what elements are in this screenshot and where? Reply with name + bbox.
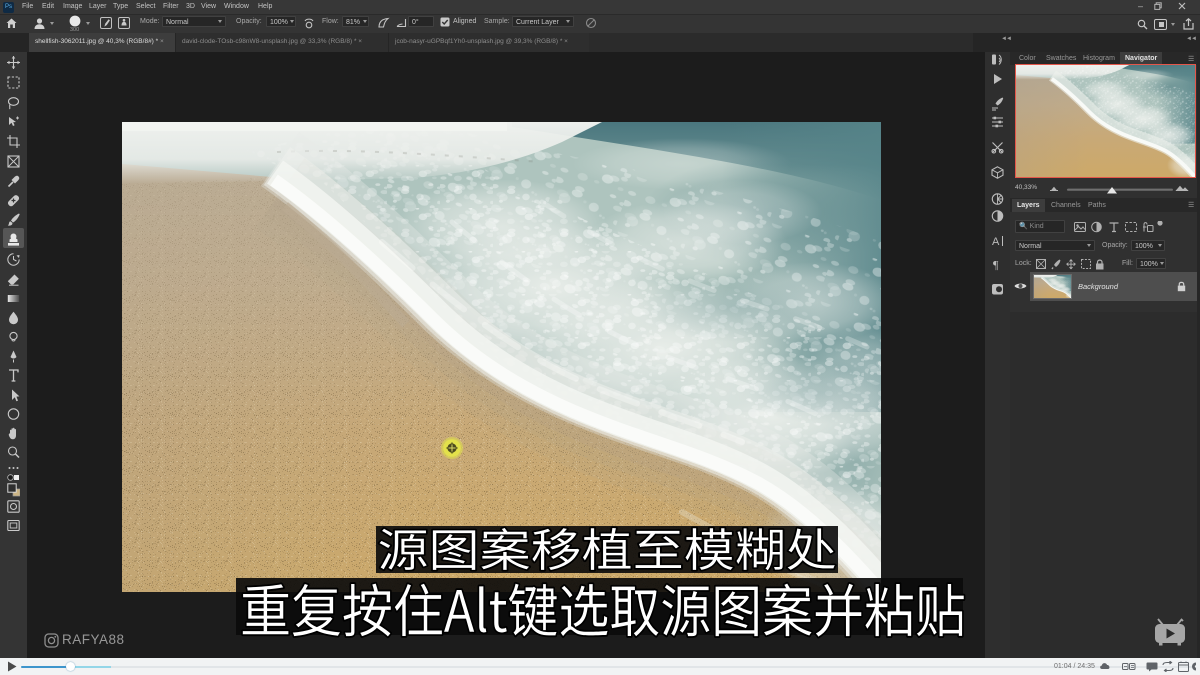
svg-text:¶: ¶	[993, 258, 999, 272]
svg-text:A: A	[992, 236, 1000, 248]
